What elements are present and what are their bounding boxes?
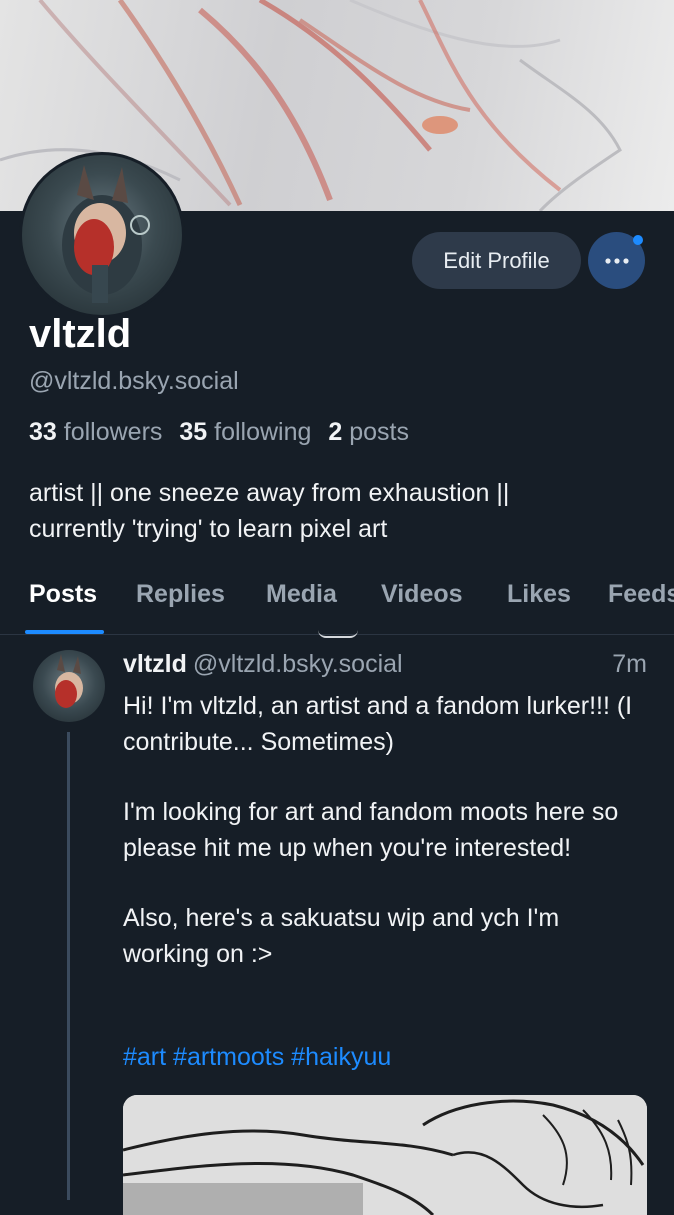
tab-media[interactable]: Media <box>266 580 337 609</box>
post-paragraph: I'm looking for art and fandom moots her… <box>123 798 619 862</box>
followers-count: 33 <box>29 418 57 446</box>
posts-count: 2 <box>328 418 343 446</box>
post-paragraph: Also, here's a sakuatsu wip and ych I'm … <box>123 904 560 968</box>
profile-stats: 33 followers 35 following 2 posts <box>29 418 409 447</box>
refresh-indicator <box>318 630 358 638</box>
profile-avatar[interactable] <box>19 152 185 318</box>
hashtag-link[interactable]: #artmoots <box>173 1043 284 1071</box>
following-stat[interactable]: 35 following <box>179 418 311 446</box>
bio-line: artist || one sneeze away from exhaustio… <box>29 479 510 507</box>
avatar-artwork <box>62 165 150 303</box>
edit-profile-button[interactable]: Edit Profile <box>412 232 581 289</box>
profile-bio: artist || one sneeze away from exhaustio… <box>29 475 649 547</box>
thread-line <box>67 732 70 1200</box>
post-timestamp[interactable]: 7m <box>612 650 647 679</box>
following-count: 35 <box>179 418 208 446</box>
tab-likes[interactable]: Likes <box>507 580 571 609</box>
tab-feeds[interactable]: Feeds <box>608 580 674 609</box>
more-options-button[interactable] <box>588 232 645 289</box>
posts-label: posts <box>349 418 409 446</box>
post-media-image[interactable] <box>123 1095 647 1215</box>
post-header: vltzld @vltzld.bsky.social <box>123 650 403 679</box>
post-avatar-artwork <box>55 654 83 708</box>
tab-posts[interactable]: Posts <box>29 580 97 609</box>
post-author-handle[interactable]: @vltzld.bsky.social <box>193 650 403 678</box>
bio-line: currently 'trying' to learn pixel art <box>29 515 388 543</box>
tab-replies[interactable]: Replies <box>136 580 225 609</box>
followers-stat[interactable]: 33 followers <box>29 418 162 446</box>
ellipsis-icon <box>604 257 629 264</box>
edit-profile-label: Edit Profile <box>443 247 550 273</box>
post-author-avatar[interactable] <box>33 650 105 722</box>
tab-videos[interactable]: Videos <box>381 580 463 609</box>
hashtag-link[interactable]: #art <box>123 1043 166 1071</box>
hashtag-link[interactable]: #haikyuu <box>291 1043 391 1071</box>
profile-handle: @vltzld.bsky.social <box>29 367 239 395</box>
followers-label: followers <box>63 418 163 446</box>
post-hashtags: #art #artmoots #haikyuu <box>123 1043 391 1072</box>
media-sketch <box>123 1095 647 1215</box>
profile-tabs: Posts Replies Media Videos Likes Feeds <box>0 570 674 634</box>
post-text[interactable]: Hi! I'm vltzld, an artist and a fandom l… <box>123 688 643 972</box>
display-name: vltzld <box>29 312 132 356</box>
post-paragraph: Hi! I'm vltzld, an artist and a fandom l… <box>123 692 633 756</box>
posts-stat: 2 posts <box>328 418 409 446</box>
notification-dot <box>633 235 643 245</box>
post-author-name[interactable]: vltzld <box>123 650 187 678</box>
following-label: following <box>214 418 312 446</box>
